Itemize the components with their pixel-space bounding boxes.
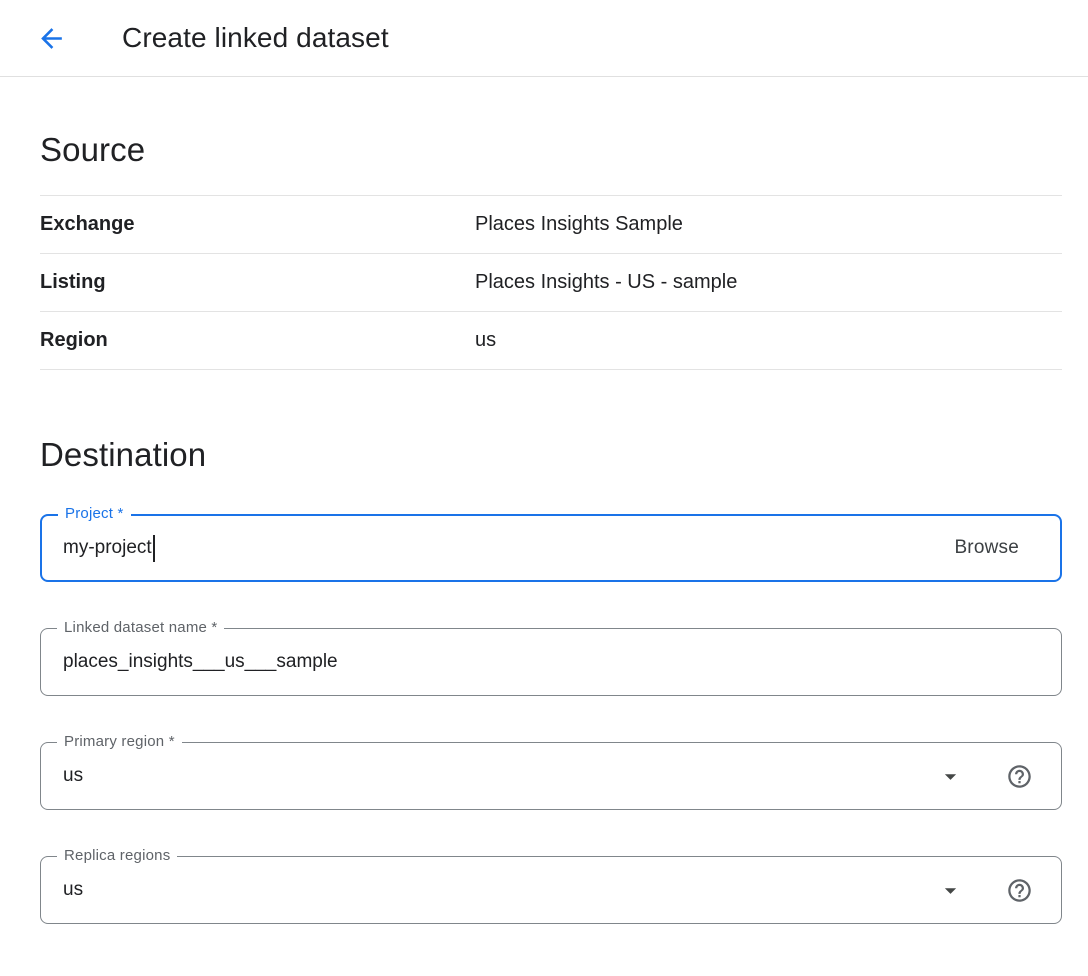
replica-regions-select[interactable]: Replica regions us [40,856,1062,924]
linked-dataset-name-input[interactable]: places_insights___us___sample [63,651,338,673]
row-value: Places Insights Sample [475,213,683,236]
chevron-down-icon[interactable] [937,877,964,904]
arrow-back-icon [36,23,67,54]
source-table: Exchange Places Insights Sample Listing … [40,195,1062,370]
primary-region-select[interactable]: Primary region * us [40,742,1062,810]
back-button[interactable] [34,21,68,55]
replica-regions-value: us [63,879,83,901]
linked-dataset-name-label: Linked dataset name * [57,619,224,636]
table-row-region: Region us [40,312,1062,370]
project-field[interactable]: Project * my-project Browse [40,514,1062,582]
linked-dataset-name-field[interactable]: Linked dataset name * places_insights___… [40,628,1062,696]
replica-regions-label: Replica regions [57,847,177,864]
text-cursor [153,535,155,562]
destination-heading: Destination [40,436,1062,474]
row-value: Places Insights - US - sample [475,271,737,294]
row-label: Region [40,329,475,352]
help-icon[interactable] [1006,877,1033,904]
chevron-down-icon[interactable] [937,763,964,790]
source-heading: Source [40,131,1062,169]
help-icon[interactable] [1006,763,1033,790]
primary-region-label: Primary region * [57,733,182,750]
browse-button[interactable]: Browse [954,537,1033,559]
table-row-listing: Listing Places Insights - US - sample [40,254,1062,312]
project-input[interactable]: my-project [63,537,152,559]
table-row-exchange: Exchange Places Insights Sample [40,196,1062,254]
header: Create linked dataset [0,0,1088,77]
project-field-label: Project * [58,505,131,522]
page-title: Create linked dataset [122,22,389,54]
primary-region-value: us [63,765,83,787]
create-linked-dataset-page: Create linked dataset Source Exchange Pl… [0,0,1088,976]
row-value: us [475,329,496,352]
content: Source Exchange Places Insights Sample L… [0,131,1088,924]
row-label: Exchange [40,213,475,236]
row-label: Listing [40,271,475,294]
